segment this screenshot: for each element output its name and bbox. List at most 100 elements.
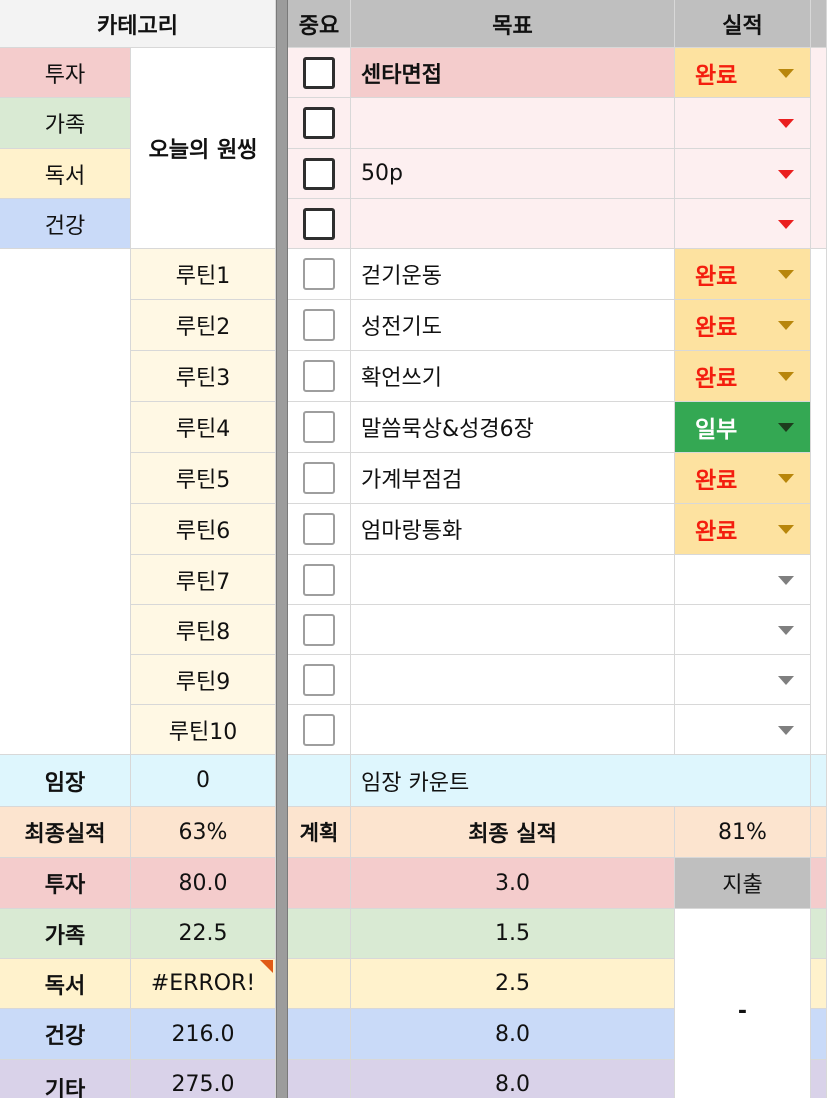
- summary-value[interactable]: 216.0: [131, 1009, 276, 1060]
- dropdown-arrow-icon[interactable]: [778, 68, 794, 78]
- result-dropdown[interactable]: [675, 605, 811, 655]
- expense-value[interactable]: -: [675, 909, 811, 1098]
- summary-label[interactable]: 건강: [0, 1009, 131, 1060]
- summary-plan[interactable]: [288, 858, 351, 909]
- goal-cell[interactable]: [351, 605, 675, 655]
- summary-value[interactable]: 22.5: [131, 909, 276, 959]
- summary-value[interactable]: 80.0: [131, 858, 276, 909]
- checkbox-icon[interactable]: [303, 563, 335, 596]
- goal-cell[interactable]: 성전기도: [351, 300, 675, 351]
- expense-label[interactable]: 지출: [675, 858, 811, 909]
- result-dropdown[interactable]: 완료: [675, 453, 811, 504]
- header-importance[interactable]: 중요: [288, 0, 351, 48]
- result-dropdown[interactable]: 완료: [675, 504, 811, 555]
- summary-value[interactable]: #ERROR!: [131, 959, 276, 1009]
- dropdown-arrow-icon[interactable]: [778, 372, 794, 381]
- routine-label[interactable]: 루틴5: [131, 453, 276, 504]
- goal-cell[interactable]: 말씀묵상&성경6장: [351, 402, 675, 453]
- goal-cell[interactable]: 걷기운동: [351, 249, 675, 300]
- importance-cell[interactable]: [288, 98, 351, 149]
- final-value[interactable]: 63%: [131, 807, 276, 858]
- final-result-value[interactable]: 81%: [675, 807, 811, 858]
- checkbox-icon[interactable]: [303, 309, 335, 341]
- routine-category-blank[interactable]: [0, 249, 131, 755]
- imjang-note[interactable]: 임장 카운트: [351, 755, 811, 807]
- dropdown-arrow-icon[interactable]: [778, 474, 794, 483]
- routine-label[interactable]: 루틴1: [131, 249, 276, 300]
- importance-cell[interactable]: [288, 199, 351, 249]
- header-goal[interactable]: 목표: [351, 0, 675, 48]
- dropdown-arrow-icon[interactable]: [778, 119, 794, 128]
- imjang-label[interactable]: 임장: [0, 755, 131, 807]
- category-health[interactable]: 건강: [0, 199, 131, 249]
- goal-cell[interactable]: 엄마랑통화: [351, 504, 675, 555]
- importance-cell[interactable]: [288, 555, 351, 605]
- routine-label[interactable]: 루틴3: [131, 351, 276, 402]
- summary-label[interactable]: 독서: [0, 959, 131, 1009]
- result-dropdown[interactable]: 완료: [675, 249, 811, 300]
- checkbox-icon[interactable]: [303, 258, 335, 290]
- checkbox-icon[interactable]: [303, 513, 335, 545]
- summary-label[interactable]: 가족: [0, 909, 131, 959]
- checkbox-icon[interactable]: [303, 411, 335, 443]
- error-flag-icon[interactable]: [260, 960, 273, 973]
- summary-plan[interactable]: [288, 909, 351, 959]
- importance-cell[interactable]: [288, 453, 351, 504]
- result-dropdown[interactable]: [675, 655, 811, 705]
- frozen-column-divider[interactable]: [276, 0, 288, 1098]
- dropdown-arrow-icon[interactable]: [778, 625, 794, 635]
- routine-label[interactable]: 루틴9: [131, 655, 276, 705]
- category-family[interactable]: 가족: [0, 98, 131, 149]
- importance-cell[interactable]: [288, 705, 351, 755]
- summary-plan[interactable]: [288, 959, 351, 1009]
- checkbox-icon[interactable]: [303, 207, 335, 240]
- routine-label[interactable]: 루틴7: [131, 555, 276, 605]
- dropdown-arrow-icon[interactable]: [778, 423, 794, 432]
- result-dropdown[interactable]: 완료: [675, 351, 811, 402]
- goal-cell[interactable]: [351, 98, 675, 149]
- importance-cell[interactable]: [288, 48, 351, 98]
- goal-cell[interactable]: 확언쓰기: [351, 351, 675, 402]
- routine-label[interactable]: 루틴6: [131, 504, 276, 555]
- summary-actual[interactable]: 2.5: [351, 959, 675, 1009]
- result-dropdown[interactable]: 일부: [675, 402, 811, 453]
- category-reading[interactable]: 독서: [0, 149, 131, 199]
- summary-value[interactable]: 275.0: [131, 1060, 276, 1098]
- goal-cell[interactable]: [351, 705, 675, 755]
- importance-cell[interactable]: [288, 402, 351, 453]
- summary-actual[interactable]: 8.0: [351, 1060, 675, 1098]
- result-dropdown[interactable]: [675, 98, 811, 149]
- summary-actual[interactable]: 1.5: [351, 909, 675, 959]
- result-dropdown[interactable]: [675, 705, 811, 755]
- plan-label[interactable]: 계획: [288, 807, 351, 858]
- importance-cell[interactable]: [288, 605, 351, 655]
- checkbox-icon[interactable]: [303, 462, 335, 494]
- checkbox-icon[interactable]: [303, 107, 335, 139]
- checkbox-icon[interactable]: [303, 56, 335, 89]
- summary-actual[interactable]: 8.0: [351, 1009, 675, 1060]
- checkbox-icon[interactable]: [303, 613, 335, 646]
- category-invest[interactable]: 투자: [0, 48, 131, 98]
- routine-label[interactable]: 루틴10: [131, 705, 276, 755]
- result-dropdown[interactable]: [675, 149, 811, 199]
- dropdown-arrow-icon[interactable]: [778, 321, 794, 330]
- result-dropdown[interactable]: 완료: [675, 300, 811, 351]
- dropdown-arrow-icon[interactable]: [778, 219, 794, 229]
- goal-cell[interactable]: 센타면접: [351, 48, 675, 98]
- dropdown-arrow-icon[interactable]: [778, 525, 794, 534]
- importance-cell[interactable]: [288, 149, 351, 199]
- summary-label[interactable]: 투자: [0, 858, 131, 909]
- result-dropdown[interactable]: [675, 555, 811, 605]
- one-thing-label[interactable]: 오늘의 원씽: [131, 48, 276, 249]
- final-label[interactable]: 최종실적: [0, 807, 131, 858]
- result-dropdown[interactable]: 완료: [675, 48, 811, 98]
- summary-label[interactable]: 기타: [0, 1060, 131, 1098]
- goal-cell[interactable]: [351, 655, 675, 705]
- summary-actual[interactable]: 3.0: [351, 858, 675, 909]
- header-result[interactable]: 실적: [675, 0, 811, 48]
- importance-cell[interactable]: [288, 351, 351, 402]
- checkbox-icon[interactable]: [303, 663, 335, 696]
- dropdown-arrow-icon[interactable]: [778, 270, 794, 279]
- dropdown-arrow-icon[interactable]: [778, 169, 794, 179]
- importance-cell[interactable]: [288, 655, 351, 705]
